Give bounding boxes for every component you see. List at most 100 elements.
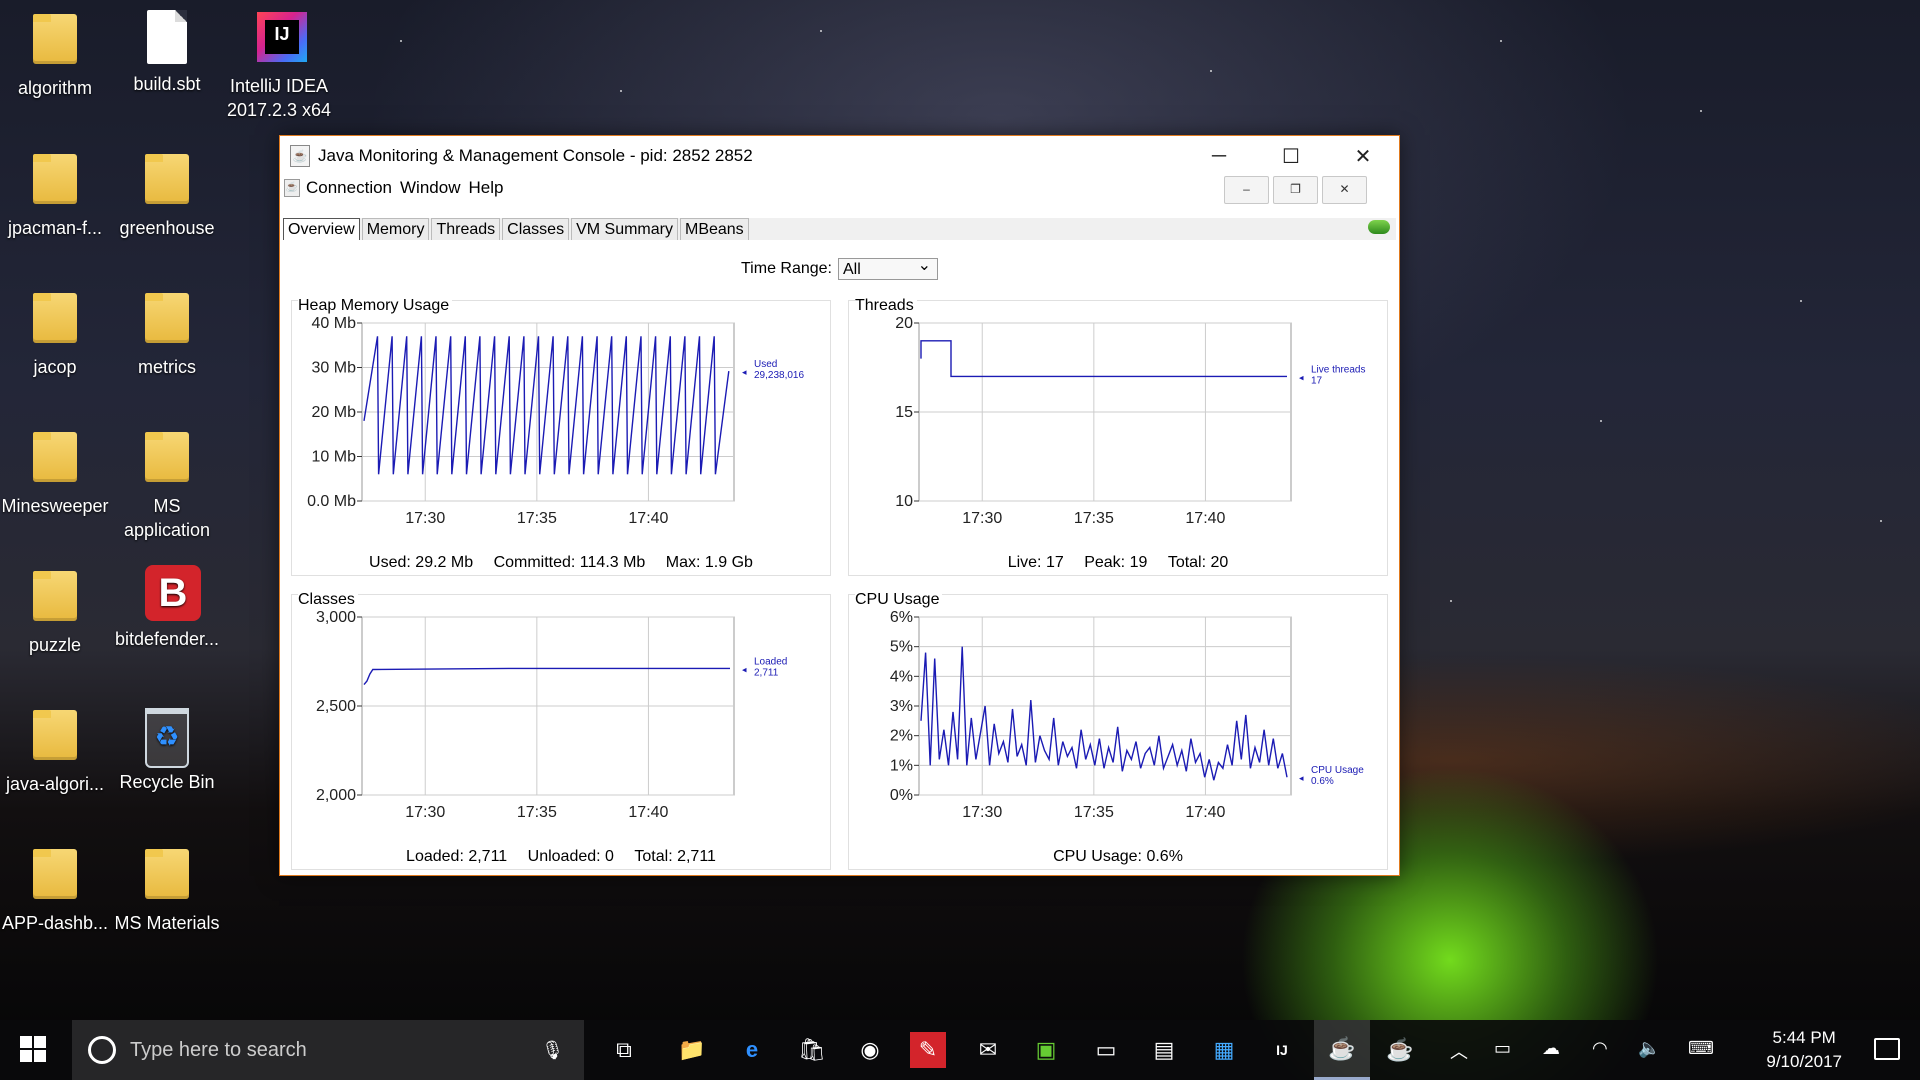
search-box[interactable]: Type here to search 🎙 xyxy=(72,1020,584,1080)
microphone-icon[interactable]: 🎙 xyxy=(541,1040,564,1061)
control-panel-icon[interactable]: ▤ xyxy=(1146,1032,1182,1068)
x-tick-label: 17:35 xyxy=(517,804,557,821)
time-range-label: Time Range: xyxy=(741,260,832,277)
menu-connection[interactable]: Connection xyxy=(306,178,392,198)
desktop-icon-bitdefender[interactable]: B bitdefender... xyxy=(112,565,222,651)
desktop-icon-label: puzzle xyxy=(28,635,82,655)
time-range: Time Range: All xyxy=(741,255,938,280)
internal-minimize-button[interactable]: – xyxy=(1224,176,1269,204)
tab-vm-summary[interactable]: VM Summary xyxy=(571,218,678,240)
legend-value: 17 xyxy=(1311,375,1323,386)
taskbar: Type here to search 🎙 ⧉ 📁 e 🛍 ◉ ✎ ✉ ▣ ▭ … xyxy=(0,1020,1920,1080)
cortana-icon xyxy=(88,1036,116,1064)
heap-memory-chart[interactable]: 40 Mb 30 Mb 20 Mb 10 Mb 0.0 Mb 17:30 17:35 17:4… xyxy=(292,301,830,541)
file-explorer-icon[interactable]: 📁 xyxy=(674,1032,710,1068)
tab-memory[interactable]: Memory xyxy=(361,218,430,240)
java-taskbar-icon[interactable]: ☕ xyxy=(1382,1032,1418,1068)
y-tick-label: 40 Mb xyxy=(312,315,357,332)
cpu-usage-chart[interactable]: 6% 5% 4% 3% 2% 1% 0% 17:30 17:35 17:40 ◂ CPU Usage0… xyxy=(849,595,1387,835)
onedrive-icon[interactable]: ☁ xyxy=(1542,1038,1560,1059)
menu-bar: ☕ Connection Window Help – ❐ ✕ xyxy=(280,176,1399,204)
desktop-icon-jacop[interactable]: jacop xyxy=(0,287,110,379)
threads-peak: Peak: 19 xyxy=(1084,554,1148,571)
clock[interactable]: 5:44 PM 9/10/2017 xyxy=(1766,1026,1842,1074)
wifi-icon[interactable]: ◠ xyxy=(1592,1038,1608,1059)
desktop-icon-label: MS Materials xyxy=(114,913,220,933)
y-tick-label: 2,500 xyxy=(316,698,356,715)
desktop-icon-app-dashboard[interactable]: APP-dashb... xyxy=(0,843,110,935)
tab-mbeans[interactable]: MBeans xyxy=(679,218,749,240)
y-tick-label: 4% xyxy=(890,668,913,685)
title-bar[interactable]: ☕ Java Monitoring & Management Console -… xyxy=(280,136,1399,176)
mail-icon[interactable]: ✉ xyxy=(970,1032,1006,1068)
desktop-icon-label: Minesweeper xyxy=(1,496,109,516)
panel-footer: CPU Usage: 0.6% xyxy=(849,848,1387,866)
show-hidden-icons-icon[interactable]: ︿ xyxy=(1450,1038,1468,1064)
desktop-icon-minesweeper[interactable]: Minesweeper xyxy=(0,426,110,518)
threads-total: Total: 20 xyxy=(1167,554,1229,571)
folder-icon xyxy=(33,293,77,351)
folder-icon xyxy=(33,849,77,907)
desktop-icon-ms-materials[interactable]: MS Materials xyxy=(112,843,222,935)
photos-icon[interactable]: ▣ xyxy=(1028,1032,1064,1068)
desktop-icon-java-algorithms[interactable]: java-algori... xyxy=(0,704,110,796)
edge-icon[interactable]: e xyxy=(734,1032,770,1068)
panel-footer: Live: 17 Peak: 19 Total: 20 xyxy=(849,554,1387,572)
legend-name: Loaded xyxy=(754,656,787,667)
threads-chart[interactable]: 20 15 10 17:30 17:35 17:40 ◂ Live threads17 xyxy=(849,301,1387,541)
desktop-icon-intellij[interactable]: IntelliJ IDEA 2017.2.3 x64 xyxy=(224,8,334,122)
desktop-icon-label: build.sbt xyxy=(133,74,201,94)
outlook-icon[interactable]: ▦ xyxy=(1206,1032,1242,1068)
menu-window[interactable]: Window xyxy=(400,178,460,198)
desktop-icon-puzzle[interactable]: puzzle xyxy=(0,565,110,657)
legend-name: CPU Usage xyxy=(1311,765,1364,776)
folder-icon xyxy=(33,14,77,72)
connection-status-icon[interactable] xyxy=(1368,220,1390,234)
panel-title: Heap Memory Usage xyxy=(298,297,453,315)
desktop-icon-build-sbt[interactable]: build.sbt xyxy=(112,8,222,96)
maximize-button[interactable]: ☐ xyxy=(1255,136,1327,176)
time-range-select[interactable]: All xyxy=(838,255,938,280)
start-button[interactable] xyxy=(20,1036,46,1062)
x-tick-label: 17:35 xyxy=(517,510,557,527)
threads-live: Live: 17 xyxy=(1007,554,1064,571)
y-tick-label: 0% xyxy=(890,787,913,804)
x-tick-label: 17:35 xyxy=(1074,804,1114,821)
volume-icon[interactable]: 🔈 xyxy=(1638,1038,1660,1059)
internal-close-button[interactable]: ✕ xyxy=(1322,176,1367,204)
internal-restore-button[interactable]: ❐ xyxy=(1273,176,1318,204)
desktop-icon-greenhouse[interactable]: greenhouse xyxy=(112,148,222,240)
keyboard-icon[interactable]: ⌨ xyxy=(1688,1038,1714,1059)
y-tick-label: 10 Mb xyxy=(312,449,357,466)
panel-footer: Loaded: 2,711 Unloaded: 0 Total: 2,711 xyxy=(292,848,830,866)
jconsole-taskbar-icon[interactable]: ☕ xyxy=(1314,1020,1370,1080)
store-icon[interactable]: 🛍 xyxy=(794,1032,830,1068)
classes-chart[interactable]: 3,000 2,500 2,000 17:30 17:35 17:40 ◂ Loaded2,7… xyxy=(292,595,830,835)
tab-classes[interactable]: Classes xyxy=(502,218,570,240)
chrome-icon[interactable]: ◉ xyxy=(852,1032,888,1068)
tab-overview[interactable]: Overview xyxy=(283,218,360,241)
window-title: Java Monitoring & Management Console - p… xyxy=(318,146,753,165)
cpu-usage-panel: CPU Usage 6% 5% 4% 3% 2% 1% 0% 17:30 17:35 17:40 ◂… xyxy=(848,591,1388,870)
desktop-icon-algorithm[interactable]: algorithm xyxy=(0,8,110,100)
x-tick-label: 17:40 xyxy=(1185,510,1225,527)
menu-help[interactable]: Help xyxy=(468,178,503,198)
x-tick-label: 17:30 xyxy=(405,510,445,527)
classes-loaded: Loaded: 2,711 xyxy=(406,848,508,865)
desktop-icon-metrics[interactable]: metrics xyxy=(112,287,222,379)
task-view-icon[interactable]: ⧉ xyxy=(606,1032,642,1068)
y-tick-label: 6% xyxy=(890,609,913,626)
terminal-icon[interactable]: ▭ xyxy=(1088,1032,1124,1068)
action-center-icon[interactable] xyxy=(1874,1038,1900,1060)
acrobat-icon[interactable]: ✎ xyxy=(910,1032,946,1068)
intellij-taskbar-icon[interactable]: IJ xyxy=(1264,1032,1300,1068)
desktop-icon-recycle-bin[interactable]: ♻ Recycle Bin xyxy=(112,704,222,794)
close-button[interactable]: ✕ xyxy=(1327,136,1399,176)
minimize-button[interactable]: ─ xyxy=(1183,136,1255,176)
battery-icon[interactable]: ▭ xyxy=(1494,1038,1511,1059)
desktop-icon-jpacman[interactable]: jpacman-f... xyxy=(0,148,110,240)
tab-threads[interactable]: Threads xyxy=(431,218,501,240)
folder-icon xyxy=(33,432,77,490)
y-tick-label: 30 Mb xyxy=(312,360,357,377)
desktop-icon-ms-application[interactable]: MS application xyxy=(112,426,222,542)
